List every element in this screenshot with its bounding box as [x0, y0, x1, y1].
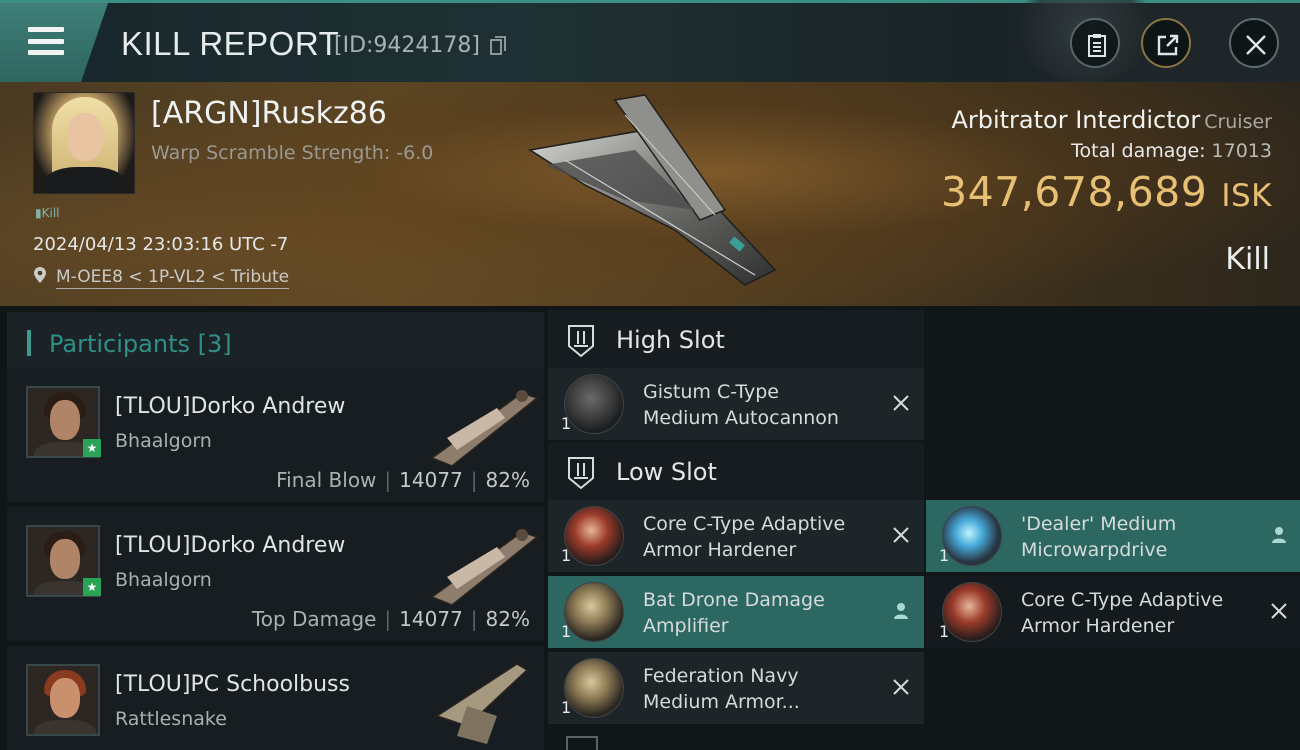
fitted-item[interactable]: 1 Gistum C-Type Medium Autocannon	[548, 368, 924, 440]
drone-damage-amplifier-icon	[564, 582, 624, 642]
destroyed-x-icon	[893, 395, 909, 411]
participant-stats: Top Damage | 14077 | 82%	[251, 607, 530, 631]
participant-row[interactable]: ★ [TLOU]Dorko Andrew Bhaalgorn Top Damag…	[7, 507, 544, 641]
next-slot-icon	[566, 736, 598, 750]
participants-count: [3]	[197, 330, 232, 358]
fitting-panel: High Slot 1 Gistum C-Type Medium Autocan…	[544, 306, 1300, 750]
item-quantity: 1	[561, 698, 572, 717]
participant-row[interactable]: [TLOU]PC Schoolbuss Rattlesnake	[7, 646, 544, 750]
participant-name: [TLOU]PC Schoolbuss	[115, 672, 350, 697]
low-slot-icon	[568, 457, 594, 490]
item-quantity: 1	[939, 546, 950, 565]
avatar	[26, 664, 100, 736]
armor-hardener-icon	[564, 506, 624, 566]
participants-panel: Participants [3] ★ [TLOU]Dorko Andrew Bh…	[0, 306, 544, 750]
star-icon: ★	[83, 439, 101, 457]
fitted-item[interactable]: 1 Bat Drone Damage Amplifier	[548, 576, 924, 648]
item-quantity: 1	[939, 622, 950, 641]
participant-name: [TLOU]Dorko Andrew	[115, 533, 346, 558]
armor-hardener-icon	[942, 582, 1002, 642]
armor-module-icon	[564, 658, 624, 718]
item-name: Core C-Type Adaptive Armor Hardener	[1021, 589, 1224, 637]
close-icon	[1246, 35, 1266, 55]
item-quantity: 1	[561, 622, 572, 641]
location-link[interactable]: M-OEE8 < 1P-VL2 < Tribute	[56, 267, 290, 289]
participant-ship: Rattlesnake	[115, 708, 227, 730]
fitted-item[interactable]: 1 'Dealer' Medium Microwarpdrive	[926, 500, 1300, 572]
item-name: 'Dealer' Medium Microwarpdrive	[1021, 513, 1177, 561]
item-name: Bat Drone Damage Amplifier	[643, 589, 825, 637]
share-button[interactable]	[1141, 18, 1191, 68]
participants-header: Participants [3]	[7, 312, 544, 372]
close-button[interactable]	[1229, 18, 1279, 68]
high-slot-header: High Slot	[548, 310, 924, 370]
dropped-person-icon	[894, 603, 908, 619]
copy-icon[interactable]	[490, 36, 506, 56]
victim-ship-image	[527, 94, 777, 286]
isk-value: 347,678,689 ISK	[941, 168, 1272, 216]
result-label: Kill	[1225, 242, 1270, 277]
low-slot-header: Low Slot	[548, 442, 924, 502]
participants-label: Participants	[49, 330, 190, 358]
destroyed-x-icon	[1271, 603, 1287, 619]
title-bar: KILL REPORT [ID:9424178]	[0, 0, 1300, 83]
hamburger-menu-icon	[28, 27, 64, 55]
microwarpdrive-icon	[942, 506, 1002, 566]
total-damage: Total damage: 17013	[1071, 140, 1272, 162]
victim-banner: [ARGN]Ruskz86 Warp Scramble Strength: -6…	[0, 82, 1300, 306]
victim-ship-name[interactable]: Arbitrator Interdictor Cruiser	[951, 106, 1272, 134]
report-id: [ID:9424178]	[334, 33, 480, 58]
participant-ship-image	[430, 390, 539, 467]
item-quantity: 1	[561, 414, 572, 433]
clipboard-icon	[1088, 34, 1106, 57]
participant-ship: Bhaalgorn	[115, 569, 212, 591]
low-slot-label: Low Slot	[616, 458, 717, 486]
high-slot-icon	[568, 325, 594, 358]
share-export-icon	[1157, 34, 1179, 56]
item-name: Federation Navy Medium Armor...	[643, 665, 800, 713]
fitted-item[interactable]: 1 Federation Navy Medium Armor...	[548, 652, 924, 724]
participant-name: [TLOU]Dorko Andrew	[115, 394, 346, 419]
destroyed-x-icon	[893, 527, 909, 543]
warp-scramble-strength: Warp Scramble Strength: -6.0	[151, 142, 434, 164]
victim-portrait[interactable]	[33, 92, 135, 194]
participant-ship-image	[430, 529, 539, 606]
participant-row[interactable]: ★ [TLOU]Dorko Andrew Bhaalgorn Final Blo…	[7, 368, 544, 502]
autocannon-icon	[564, 374, 624, 434]
item-name: Core C-Type Adaptive Armor Hardener	[643, 513, 846, 561]
high-slot-label: High Slot	[616, 326, 725, 354]
participant-ship-image	[435, 663, 529, 744]
menu-button[interactable]	[0, 3, 108, 82]
item-name: Gistum C-Type Medium Autocannon	[643, 381, 839, 429]
ship-class: Cruiser	[1204, 111, 1272, 133]
fitted-item[interactable]: 1 Core C-Type Adaptive Armor Hardener	[548, 500, 924, 572]
star-icon: ★	[83, 578, 101, 596]
item-quantity: 1	[561, 546, 572, 565]
victim-pilot-name[interactable]: [ARGN]Ruskz86	[151, 96, 387, 131]
clipboard-button[interactable]	[1070, 18, 1120, 68]
destroyed-x-icon	[893, 679, 909, 695]
kill-datetime: 2024/04/13 23:03:16 UTC -7	[33, 234, 289, 255]
participant-stats: Final Blow | 14077 | 82%	[276, 468, 530, 492]
fitted-item[interactable]: 1 Core C-Type Adaptive Armor Hardener	[926, 576, 1300, 648]
dropped-person-icon	[1272, 527, 1286, 543]
page-title: KILL REPORT	[121, 25, 340, 62]
location-pin-icon	[34, 267, 46, 283]
participant-ship: Bhaalgorn	[115, 430, 212, 452]
kill-mini-badge: ▮Kill	[35, 206, 60, 220]
